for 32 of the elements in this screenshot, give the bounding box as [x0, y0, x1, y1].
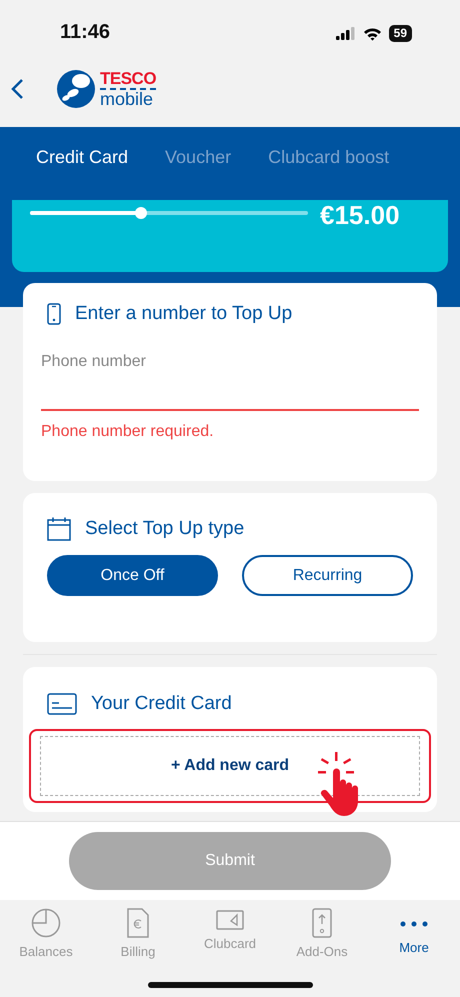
- back-icon[interactable]: [10, 78, 24, 100]
- error-message: Phone number required.: [41, 423, 215, 441]
- amount-value: €15.00: [320, 200, 400, 231]
- card-title: Enter a number to Top Up: [75, 303, 292, 325]
- logo-icon: [56, 68, 96, 108]
- bill-icon: [127, 908, 149, 938]
- status-time: 11:46: [60, 21, 110, 45]
- nav-tab[interactable]: Add-Ons: [276, 900, 368, 960]
- battery-indicator: 59: [388, 25, 412, 42]
- nav-tab[interactable]: Balances: [0, 900, 92, 960]
- pie-chart-icon: [31, 908, 61, 938]
- card-title: Your Credit Card: [91, 693, 232, 715]
- topup-type-option[interactable]: Once Off: [47, 555, 218, 596]
- add-card-button[interactable]: + Add new card: [40, 736, 420, 796]
- nav-tab[interactable]: Billing: [92, 900, 184, 960]
- phone-topup-icon: [312, 908, 332, 938]
- brand-subtitle: mobile: [100, 90, 154, 108]
- card-title: Select Top Up type: [85, 518, 244, 540]
- signal-icon: [336, 27, 356, 40]
- brand-name: TESCO: [100, 70, 156, 90]
- nav-tab[interactable]: More: [368, 900, 460, 960]
- phone-icon: [47, 303, 61, 325]
- credit-card-icon: [47, 693, 77, 715]
- tab[interactable]: Credit Card: [36, 146, 128, 168]
- more-icon: [399, 920, 429, 928]
- tab[interactable]: Voucher: [165, 146, 232, 168]
- calendar-icon: [47, 517, 71, 541]
- topup-type-option[interactable]: Recurring: [242, 555, 413, 596]
- tab[interactable]: Clubcard boost: [268, 146, 390, 168]
- nav-tab[interactable]: Clubcard: [184, 900, 276, 960]
- wifi-icon: [362, 26, 382, 40]
- clubcard-icon: [216, 908, 244, 930]
